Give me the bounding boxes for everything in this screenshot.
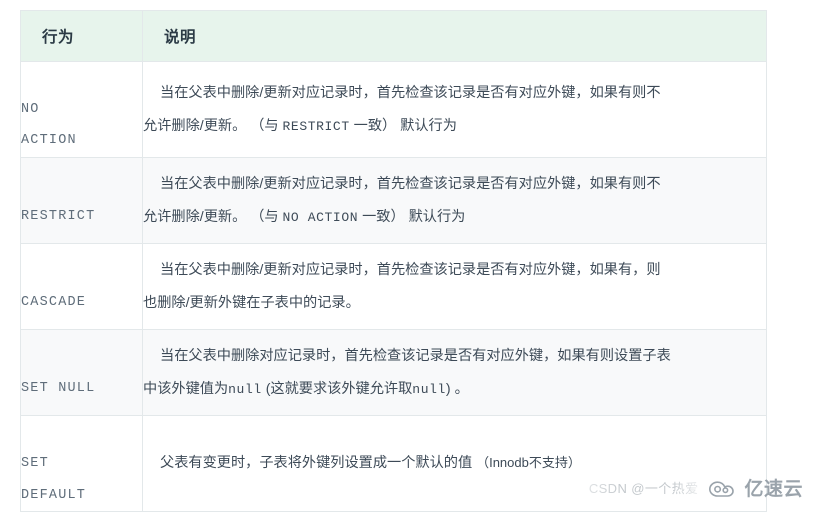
- action-value: SET NULL: [21, 349, 142, 404]
- description-value: 父表有变更时，子表将外键列设置成一个默认的值 （Innodb不支持）: [143, 455, 599, 471]
- description-value: 当在父表中删除/更新对应记录时，首先检查该记录是否有对应外键，如果有则不 允许删…: [143, 176, 661, 225]
- foreign-key-behavior-table-wrapper: 行为 说明 NO ACTION 当在父表中删除/更新对应记录时，首先检查该记录是…: [20, 10, 767, 512]
- column-header-action: 行为: [20, 10, 143, 62]
- cell-action: CASCADE: [20, 243, 143, 331]
- description-value: 当在父表中删除/更新对应记录时，首先检查该记录是否有对应外键，如果有，则 也删除…: [143, 262, 661, 311]
- page-root: 行为 说明 NO ACTION 当在父表中删除/更新对应记录时，首先检查该记录是…: [0, 0, 813, 512]
- description-line-1: 父表有变更时，子表将外键列设置成一个默认的值: [160, 455, 477, 472]
- cell-action: SET DEFAULT: [20, 415, 143, 512]
- cell-description: 父表有变更时，子表将外键列设置成一个默认的值 （Innodb不支持）: [142, 415, 767, 512]
- column-header-description-label: 说明: [164, 29, 197, 46]
- description-line-2-pre: 也删除/更新外键在子表中的记录。: [143, 294, 360, 311]
- table-body: NO ACTION 当在父表中删除/更新对应记录时，首先检查该记录是否有对应外键…: [20, 60, 767, 512]
- description-line-2-pre: 允许删除/更新。 （与: [143, 117, 283, 134]
- description-line-2-post: 一致） 默认行为: [358, 208, 466, 225]
- action-value-line: DEFAULT: [21, 487, 87, 503]
- cell-action: SET NULL: [20, 329, 143, 417]
- cell-description: 当在父表中删除/更新对应记录时，首先检查该记录是否有对应外键，如果有则不 允许删…: [142, 157, 767, 245]
- foreign-key-behavior-table: 行为 说明 NO ACTION 当在父表中删除/更新对应记录时，首先检查该记录是…: [20, 10, 767, 512]
- cell-description: 当在父表中删除/更新对应记录时，首先检查该记录是否有对应外键，如果有，则 也删除…: [142, 243, 767, 331]
- column-header-action-label: 行为: [42, 29, 75, 46]
- table-header: 行为 说明: [20, 10, 767, 62]
- description-note: （Innodb不支持）: [476, 455, 581, 471]
- description-line-2-code: NO ACTION: [282, 209, 359, 225]
- action-value-line: SET NULL: [21, 380, 96, 396]
- action-value: RESTRICT: [21, 177, 142, 232]
- cell-action: RESTRICT: [20, 157, 143, 245]
- description-line-2-post: 一致） 默认行为: [349, 117, 457, 134]
- action-value-line: ACTION: [21, 133, 77, 149]
- table-row: RESTRICT 当在父表中删除/更新对应记录时，首先检查该记录是否有对应外键，…: [20, 157, 767, 245]
- cell-description: 当在父表中删除对应记录时，首先检查该记录是否有对应外键，如果有则设置子表 中该外…: [142, 329, 767, 417]
- description-line-1: 当在父表中删除/更新对应记录时，首先检查该记录是否有对应外键，如果有，则: [160, 262, 661, 278]
- action-value: CASCADE: [21, 263, 142, 318]
- action-value-line: SET: [21, 455, 49, 471]
- action-value-line: CASCADE: [21, 294, 87, 310]
- table-row: CASCADE 当在父表中删除/更新对应记录时，首先检查该记录是否有对应外键，如…: [20, 243, 767, 331]
- description-line-2-code: RESTRICT: [282, 118, 350, 134]
- description-value: 当在父表中删除对应记录时，首先检查该记录是否有对应外键，如果有则设置子表 中该外…: [143, 348, 671, 397]
- action-value-line: RESTRICT: [21, 208, 96, 224]
- table-row: SET NULL 当在父表中删除对应记录时，首先检查该记录是否有对应外键，如果有…: [20, 329, 767, 417]
- cell-action: NO ACTION: [20, 60, 143, 159]
- description-line-1: 当在父表中删除/更新对应记录时，首先检查该记录是否有对应外键，如果有则不: [160, 84, 661, 101]
- description-line-1: 当在父表中删除/更新对应记录时，首先检查该记录是否有对应外键，如果有则不: [160, 176, 661, 192]
- description-line-2-code-2: null: [412, 381, 446, 397]
- description-line-2-tail: ) 。: [445, 380, 469, 397]
- description-line-2-code: null: [228, 381, 262, 397]
- action-value: SET DEFAULT: [21, 424, 142, 511]
- table-header-row: 行为 说明: [20, 10, 767, 62]
- action-value: NO ACTION: [21, 70, 142, 157]
- description-line-2-post: (这就要求该外键允许取: [261, 380, 413, 397]
- description-value: 当在父表中删除/更新对应记录时，首先检查该记录是否有对应外键，如果有则不 允许删…: [143, 85, 661, 134]
- description-line-2-pre: 中该外键值为: [143, 380, 229, 397]
- column-header-description: 说明: [142, 10, 767, 62]
- table-row: SET DEFAULT 父表有变更时，子表将外键列设置成一个默认的值 （Inno…: [20, 415, 767, 512]
- cell-description: 当在父表中删除/更新对应记录时，首先检查该记录是否有对应外键，如果有则不 允许删…: [142, 60, 767, 159]
- description-line-1: 当在父表中删除对应记录时，首先检查该记录是否有对应外键，如果有则设置子表: [160, 348, 671, 364]
- action-value-line: NO: [21, 101, 40, 117]
- description-line-2-pre: 允许删除/更新。 （与: [143, 208, 283, 225]
- table-row: NO ACTION 当在父表中删除/更新对应记录时，首先检查该记录是否有对应外键…: [20, 60, 767, 159]
